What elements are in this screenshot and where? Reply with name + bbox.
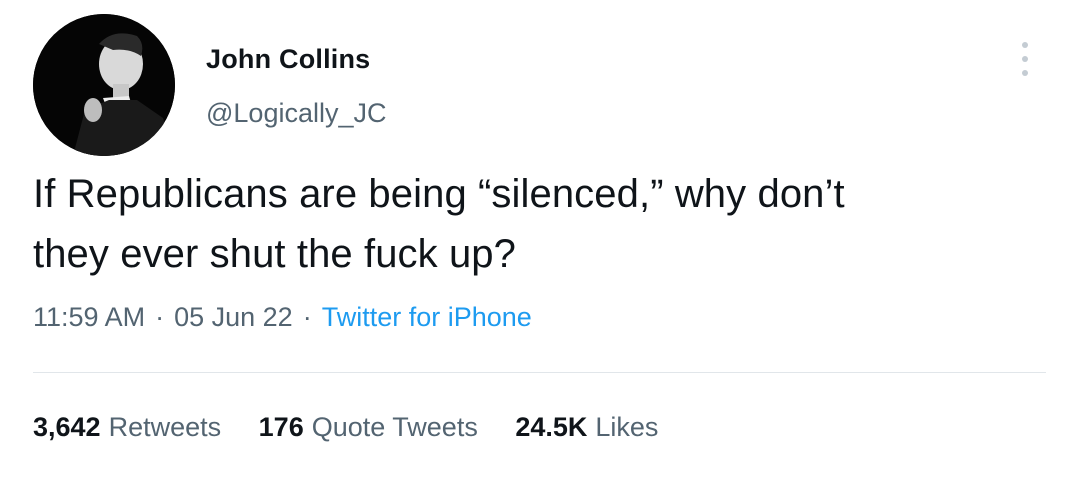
meta-separator: · (302, 302, 312, 332)
tweet-text-line: they ever shut the fuck up? (33, 232, 516, 276)
tweet-text-line: If Republicans are being “silenced,” why… (33, 172, 845, 216)
tweet-source-link[interactable]: Twitter for iPhone (322, 302, 532, 332)
retweets-label: Retweets (108, 412, 222, 442)
author-display-name[interactable]: John Collins (206, 44, 370, 75)
tweet-meta: 11:59 AM · 05 Jun 22 · Twitter for iPhone (33, 302, 532, 333)
more-dot (1022, 56, 1028, 62)
tweet-card: John Collins @Logically_JC If Republican… (0, 0, 1080, 478)
quote-tweets-count: 176 (258, 412, 304, 442)
avatar-image (33, 14, 175, 156)
tweet-time[interactable]: 11:59 AM (33, 302, 145, 332)
avatar[interactable] (33, 14, 175, 156)
tweet-text: If Republicans are being “silenced,” why… (33, 164, 1043, 284)
tweet-stats: 3,642 Retweets 176 Quote Tweets 24.5K Likes (33, 412, 688, 443)
more-options-icon[interactable] (1010, 40, 1040, 80)
quote-tweets-stat[interactable]: 176 Quote Tweets (259, 412, 478, 443)
quote-tweets-label: Quote Tweets (311, 412, 478, 442)
author-handle[interactable]: @Logically_JC (206, 98, 386, 129)
likes-stat[interactable]: 24.5K Likes (515, 412, 658, 443)
tweet-date[interactable]: 05 Jun 22 (174, 302, 293, 332)
likes-label: Likes (595, 412, 659, 442)
meta-separator: · (155, 302, 165, 332)
more-dot (1022, 42, 1028, 48)
likes-count: 24.5K (515, 412, 588, 442)
divider (33, 372, 1046, 373)
more-dot (1022, 70, 1028, 76)
retweets-stat[interactable]: 3,642 Retweets (33, 412, 221, 443)
retweets-count: 3,642 (33, 412, 101, 442)
